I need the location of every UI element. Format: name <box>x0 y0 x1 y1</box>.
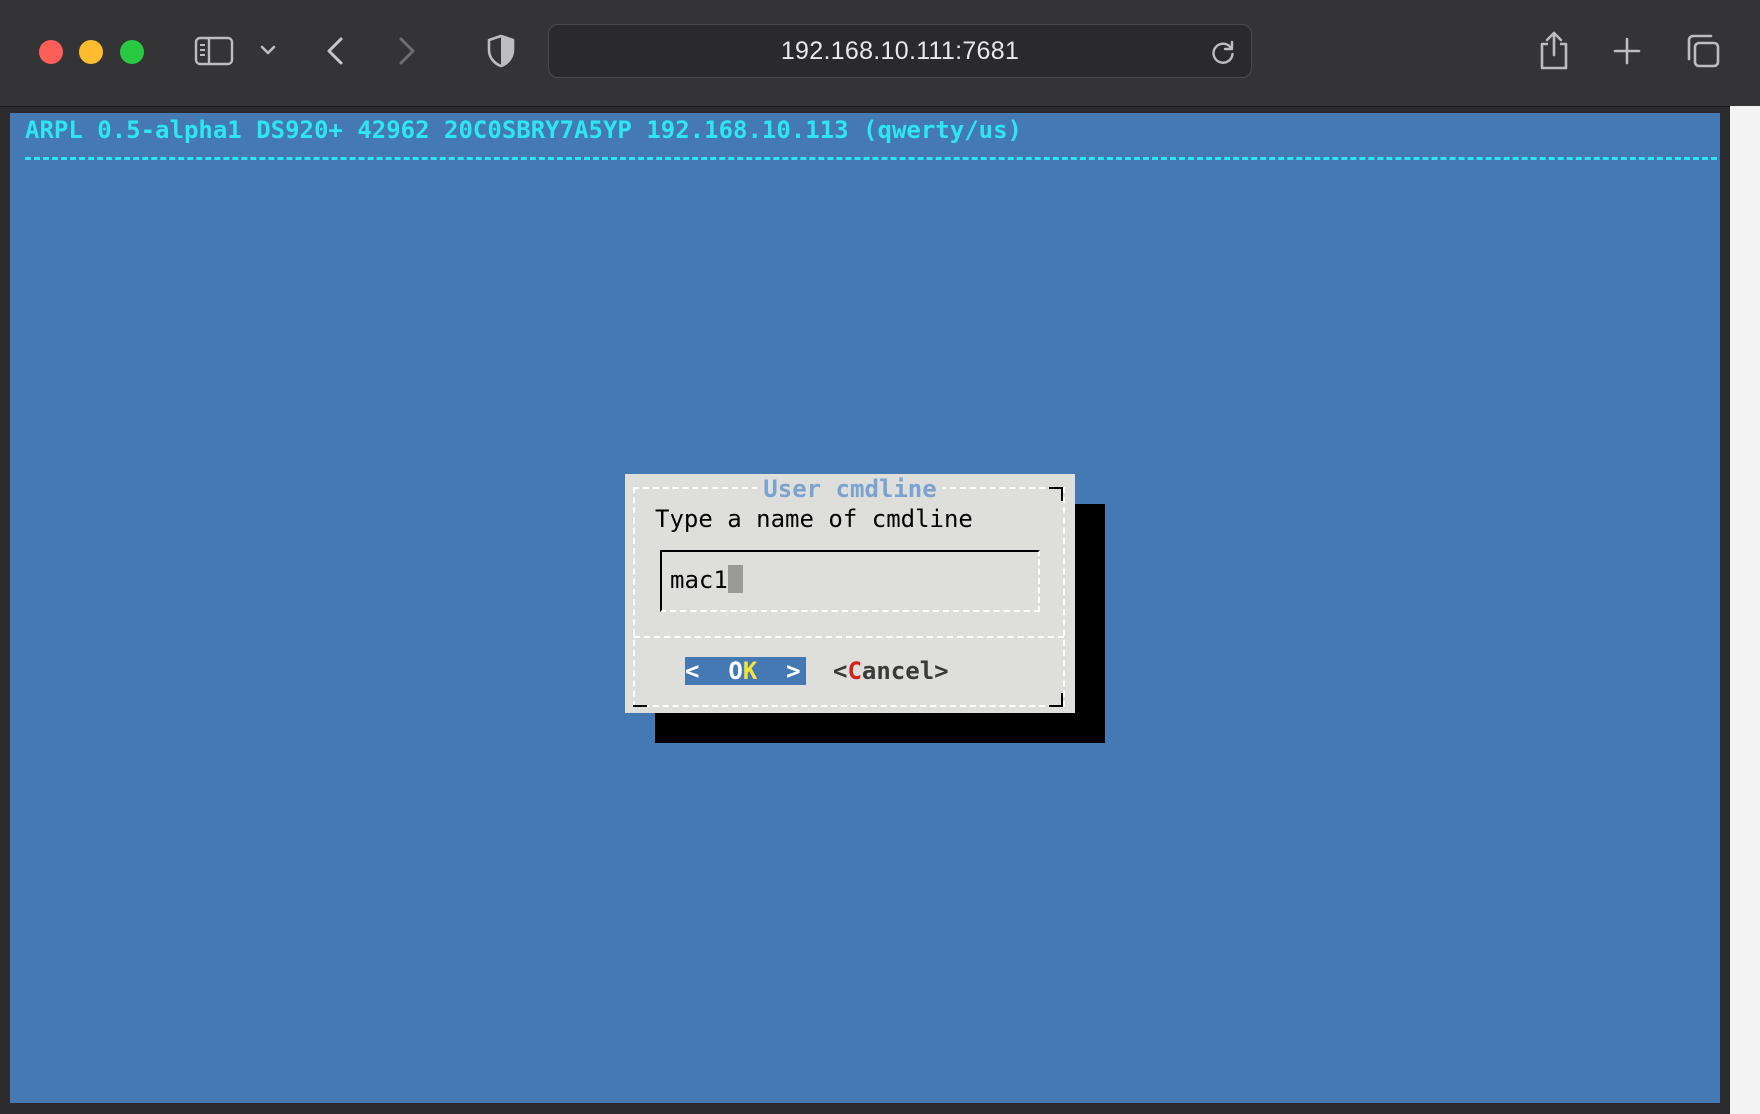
ok-hotkey-o: O <box>728 657 743 685</box>
terminal-header: ARPL 0.5-alpha1 DS920+ 42962 20C0SBRY7A5… <box>25 116 1022 144</box>
text-cursor <box>727 565 743 593</box>
tabs-overview-icon[interactable] <box>1684 32 1722 70</box>
browser-window: 192.168.10.111:7681 ARPL 0.5-alpha1 DS92… <box>0 0 1760 1114</box>
sidebar-icon[interactable] <box>194 34 234 68</box>
ok-button[interactable]: < OK > <box>685 657 806 685</box>
cmdline-dialog: User cmdline Type a name of cmdline mac1… <box>625 474 1075 713</box>
ok-right-bracket: > <box>757 657 801 685</box>
cancel-open: < <box>833 657 848 685</box>
plus-icon[interactable] <box>1612 36 1642 66</box>
ok-hotkey: OK <box>728 657 757 685</box>
chevron-left-icon[interactable] <box>322 34 348 68</box>
shield-icon[interactable] <box>486 32 516 70</box>
address-text: 192.168.10.111:7681 <box>780 36 1020 65</box>
minimize-window-button[interactable] <box>79 40 103 64</box>
chevron-down-icon[interactable] <box>258 40 278 60</box>
browser-toolbar: 192.168.10.111:7681 <box>0 0 1760 107</box>
cancel-rest: ancel <box>861 657 935 685</box>
dialog-prompt: Type a name of cmdline <box>655 505 973 533</box>
input-value-text: mac1 <box>670 566 728 594</box>
dialog-corner-bottom-right <box>1049 693 1063 707</box>
close-window-button[interactable] <box>39 40 63 64</box>
cancel-hotkey: C <box>847 657 862 685</box>
chevron-right-icon[interactable] <box>394 34 420 68</box>
header-divider <box>25 157 1717 160</box>
dialog-title-text: User cmdline <box>757 475 943 503</box>
button-separator <box>634 636 1064 638</box>
cancel-button[interactable]: <Cancel> <box>833 656 949 686</box>
dialog-title: User cmdline <box>625 474 1075 504</box>
share-icon[interactable] <box>1536 28 1572 72</box>
ok-left-bracket: < <box>685 657 729 685</box>
input-value: mac1 <box>670 564 743 596</box>
cancel-close: > <box>934 657 949 685</box>
dialog-corner-bottom-left <box>633 693 647 707</box>
ok-hotkey-k: K <box>742 657 758 685</box>
page-scrollbar-gutter <box>1730 106 1760 1114</box>
address-bar[interactable]: 192.168.10.111:7681 <box>548 24 1252 78</box>
cmdline-name-input[interactable]: mac1 <box>660 550 1040 612</box>
zoom-window-button[interactable] <box>120 40 144 64</box>
reload-icon[interactable] <box>1209 38 1237 66</box>
terminal-screen[interactable]: ARPL 0.5-alpha1 DS920+ 42962 20C0SBRY7A5… <box>10 113 1720 1103</box>
